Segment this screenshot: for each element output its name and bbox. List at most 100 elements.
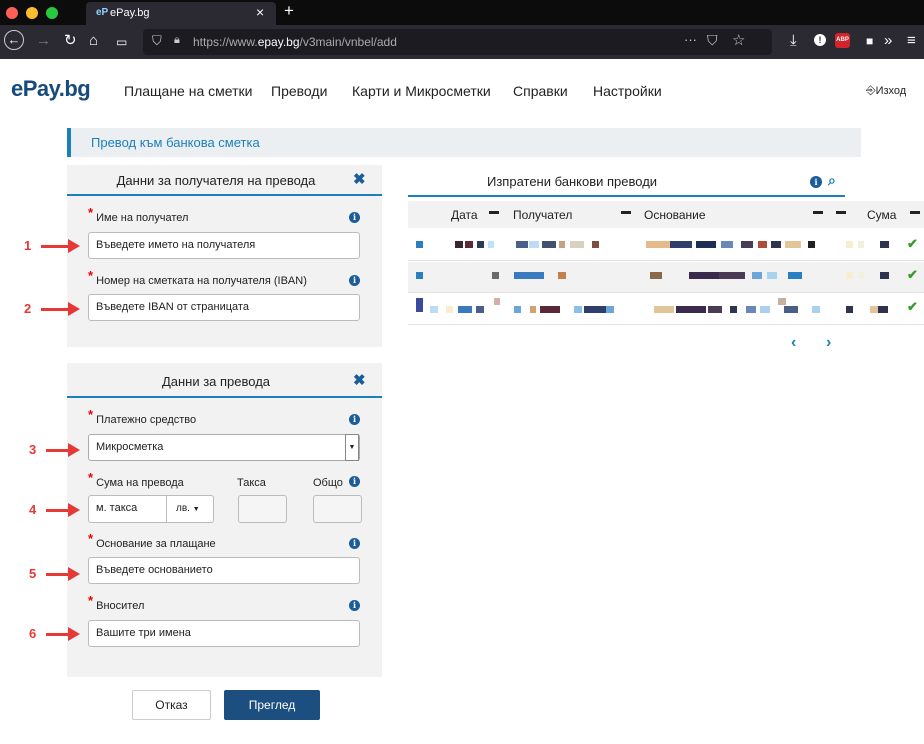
redacted-block — [689, 272, 719, 279]
redacted-block — [767, 272, 777, 279]
redacted-block — [730, 306, 737, 313]
redacted-block — [559, 241, 565, 248]
extension-info-icon[interactable]: ! — [814, 34, 826, 46]
downloads-icon[interactable]: ⤓ — [790, 32, 797, 50]
redacted-block — [880, 241, 889, 248]
column-date[interactable]: Дата — [451, 208, 478, 222]
annotation-number: 4 — [29, 502, 37, 517]
sort-icon[interactable] — [836, 211, 846, 214]
row-divider — [408, 324, 924, 325]
info-icon[interactable]: i — [349, 414, 360, 425]
annotation-arrowhead — [68, 567, 80, 581]
table-row[interactable]: ✔ — [408, 294, 924, 324]
redacted-block — [455, 241, 463, 248]
iban-input[interactable]: Въведете IBAN от страницата — [88, 294, 360, 321]
redacted-block — [558, 272, 566, 279]
home-icon[interactable]: ⌂ — [89, 32, 98, 50]
info-icon[interactable]: i — [349, 275, 360, 286]
browser-tab[interactable]: eP ePay.bg × — [86, 2, 276, 25]
row-divider — [408, 292, 924, 293]
fee-label: Такса — [237, 477, 266, 489]
recipient-panel-title: Данни за получателя на превода — [116, 173, 316, 188]
url-text[interactable]: https://www.epay.bg/v3main/vnbel/add — [193, 35, 397, 49]
amount-input[interactable]: м. такса — [88, 495, 167, 523]
maximize-window-icon[interactable] — [46, 7, 58, 19]
pocket-icon[interactable]: ⛉ — [707, 32, 718, 49]
redacted-block — [529, 241, 539, 248]
search-icon[interactable]: ⌕ — [828, 172, 836, 189]
annotation-arrow — [41, 245, 71, 248]
overflow-icon[interactable]: » — [884, 32, 892, 50]
table-row[interactable]: ✔ — [408, 262, 924, 292]
reason-label: * Основание за плащане — [88, 531, 216, 550]
forward-icon[interactable]: → — [36, 32, 51, 50]
redacted-block — [878, 306, 888, 313]
back-icon[interactable]: ← — [4, 30, 24, 50]
nav-cards[interactable]: Карти и Микросметки — [352, 83, 491, 99]
sort-icon[interactable] — [813, 211, 823, 214]
nav-reports[interactable]: Справки — [513, 83, 568, 99]
table-row[interactable]: ✔ — [408, 232, 924, 260]
more-actions-icon[interactable]: ··· — [684, 32, 697, 47]
payment-method-select[interactable]: Микросметка ▼ — [88, 434, 360, 461]
annotation-number: 5 — [29, 566, 37, 581]
collapse-icon[interactable]: ✖ — [353, 170, 366, 188]
annotation-number: 2 — [24, 301, 32, 316]
amount-label: * Сума на превода — [88, 470, 184, 489]
browser-toolbar: ← → ↻ ⌂ ▭ ⛉ 🔒︎ https://www.epay.bg/v3mai… — [0, 25, 924, 59]
redacted-block — [542, 241, 556, 248]
checkmark-icon: ✔ — [907, 236, 918, 251]
cancel-button[interactable]: Отказ — [132, 690, 211, 720]
sort-icon[interactable] — [489, 211, 499, 214]
redacted-block — [778, 298, 786, 305]
close-window-icon[interactable] — [6, 7, 18, 19]
url-bar[interactable]: ⛉ 🔒︎ https://www.epay.bg/v3main/vnbel/ad… — [143, 29, 772, 55]
close-tab-icon[interactable]: × — [256, 4, 264, 20]
info-icon[interactable]: i — [349, 600, 360, 611]
review-button[interactable]: Преглед — [224, 690, 320, 720]
extension-grid-icon[interactable]: ■ — [866, 32, 873, 50]
info-icon[interactable]: i — [349, 212, 360, 223]
sort-icon[interactable] — [621, 211, 631, 214]
hamburger-menu-icon[interactable]: ≡ — [907, 32, 916, 50]
depositor-input[interactable]: Вашите три имена — [88, 620, 360, 647]
bookmark-star-icon[interactable]: ☆ — [732, 31, 745, 49]
dropdown-arrow-icon[interactable]: ▼ — [345, 434, 359, 461]
redacted-block — [494, 298, 500, 305]
lock-icon[interactable]: 🔒︎ — [174, 34, 180, 47]
redacted-block — [771, 241, 781, 248]
nav-transfers[interactable]: Преводи — [271, 83, 327, 99]
total-field — [313, 495, 362, 523]
nav-bill-payments[interactable]: Плащане на сметки — [124, 83, 252, 99]
next-page-icon[interactable]: › — [826, 334, 831, 352]
recipient-name-input[interactable]: Въведете името на получателя — [88, 232, 360, 259]
screenshot-icon[interactable]: ▭ — [116, 33, 127, 51]
column-reason[interactable]: Основание — [644, 208, 706, 222]
collapse-icon[interactable]: ✖ — [353, 371, 366, 389]
minimize-window-icon[interactable] — [26, 7, 38, 19]
new-tab-icon[interactable]: + — [284, 1, 294, 21]
annotation-arrowhead — [68, 627, 80, 641]
redacted-block — [458, 306, 472, 313]
adblock-icon[interactable]: ABP — [835, 33, 850, 48]
reload-icon[interactable]: ↻ — [64, 32, 77, 50]
currency-dropdown[interactable]: лв. ▼ — [166, 495, 214, 523]
logout-link[interactable]: ⎆Изход — [866, 83, 906, 98]
info-icon[interactable]: i — [349, 538, 360, 549]
site-logo[interactable]: ePay.bg — [11, 76, 91, 102]
column-amount[interactable]: Сума — [867, 208, 896, 222]
reason-input[interactable]: Въведете основанието — [88, 557, 360, 584]
info-icon[interactable]: i — [349, 476, 360, 487]
page-title-bar: Превод към банкова сметка — [67, 128, 861, 157]
nav-settings[interactable]: Настройки — [593, 83, 662, 99]
redacted-block — [530, 306, 536, 313]
column-recipient[interactable]: Получател — [513, 208, 572, 222]
sort-icon[interactable] — [910, 211, 920, 214]
tab-title: ePay.bg — [110, 7, 150, 19]
previous-page-icon[interactable]: ‹ — [791, 334, 796, 352]
divider — [408, 195, 845, 197]
info-icon[interactable]: i — [810, 176, 822, 188]
annotation-arrowhead — [68, 443, 80, 457]
redacted-block — [846, 306, 853, 313]
shield-icon[interactable]: ⛉ — [152, 33, 162, 49]
